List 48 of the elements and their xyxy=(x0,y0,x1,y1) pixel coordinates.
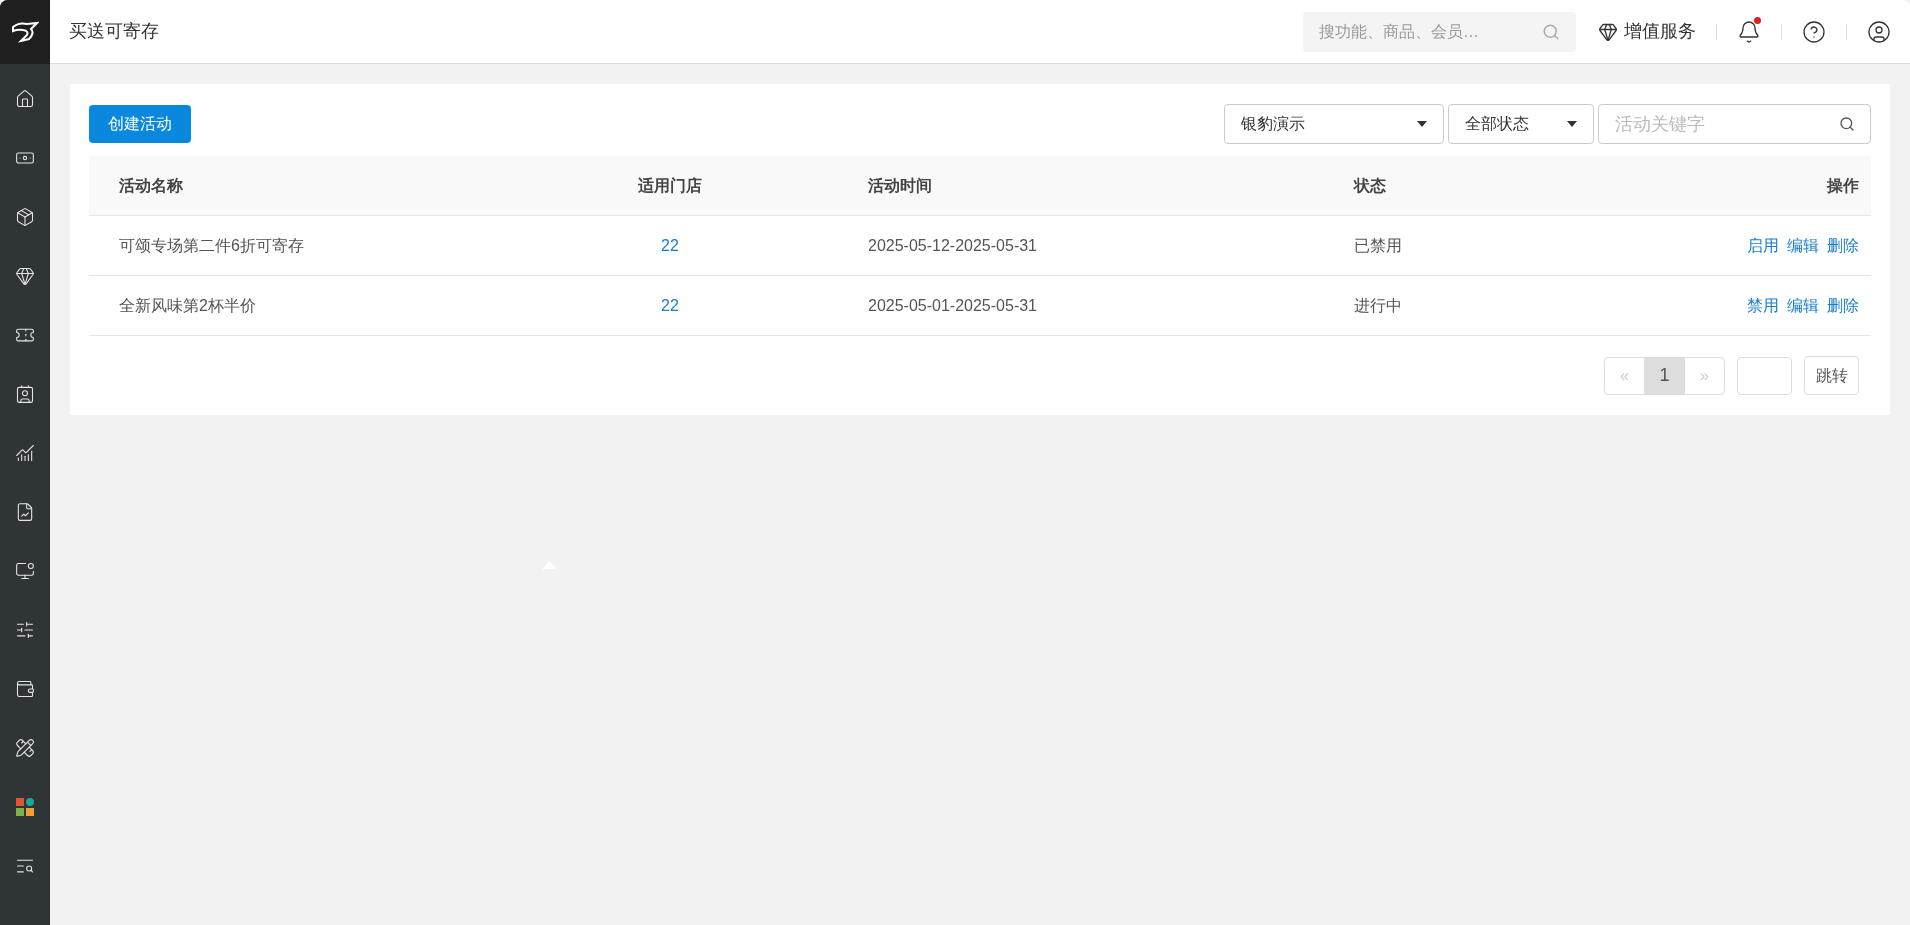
keyword-field[interactable]: 活动关键字 xyxy=(1598,104,1871,144)
jump-button[interactable]: 跳转 xyxy=(1804,356,1859,395)
pencil-ruler-icon[interactable] xyxy=(15,738,35,758)
apps-grid-icon[interactable] xyxy=(15,797,35,817)
action-link[interactable]: 删除 xyxy=(1827,293,1859,318)
action-link[interactable]: 启用 xyxy=(1747,233,1779,258)
contact-card-icon[interactable] xyxy=(15,384,35,404)
user-icon[interactable] xyxy=(1867,19,1891,44)
create-activity-button[interactable]: 创建活动 xyxy=(89,105,191,143)
value-added-service-button[interactable]: 增值服务 xyxy=(1598,18,1696,45)
report-icon[interactable] xyxy=(15,502,35,522)
activity-name: 可颂专场第二件6折可寄存 xyxy=(119,236,304,254)
sliders-icon[interactable] xyxy=(15,620,35,640)
logo-icon[interactable] xyxy=(0,0,50,64)
column-header: 状态 xyxy=(1354,176,1386,194)
page-button[interactable]: 1 xyxy=(1644,357,1685,394)
caret-icon xyxy=(1567,121,1577,127)
gem-icon xyxy=(1598,21,1618,42)
monitor-icon[interactable] xyxy=(15,561,35,581)
action-link[interactable]: 编辑 xyxy=(1787,233,1819,258)
search-icon[interactable] xyxy=(1839,116,1855,132)
notification-bell-icon[interactable] xyxy=(1737,19,1761,44)
page-number-field[interactable] xyxy=(1737,356,1792,395)
caret-icon xyxy=(1417,121,1427,127)
status-select[interactable]: 全部状态 xyxy=(1448,104,1594,144)
store-count-link[interactable]: 22 xyxy=(661,296,679,314)
column-header: 活动时间 xyxy=(868,176,932,194)
home-icon[interactable] xyxy=(15,89,35,109)
column-header: 适用门店 xyxy=(638,176,702,194)
wallet-icon[interactable] xyxy=(15,679,35,699)
store-count-link[interactable]: 22 xyxy=(661,236,679,254)
help-icon[interactable] xyxy=(1802,19,1826,44)
action-link[interactable]: 禁用 xyxy=(1747,293,1779,318)
activity-time: 2025-05-12-2025-05-31 xyxy=(868,236,1037,254)
activity-status: 进行中 xyxy=(1354,296,1402,314)
chart-icon[interactable] xyxy=(15,443,35,463)
activity-time: 2025-05-01-2025-05-31 xyxy=(868,296,1037,314)
store-select[interactable]: 银豹演示 xyxy=(1224,104,1444,144)
package-icon[interactable] xyxy=(15,207,35,227)
action-link[interactable]: 删除 xyxy=(1827,233,1859,258)
gem-icon[interactable] xyxy=(15,266,35,286)
column-header: 操作 xyxy=(1827,176,1859,194)
column-header: 活动名称 xyxy=(119,176,183,194)
search-field[interactable]: 搜功能、商品、会员… xyxy=(1303,11,1576,52)
activity-name: 全新风味第2杯半价 xyxy=(119,296,256,314)
activity-status: 已禁用 xyxy=(1354,236,1402,254)
action-link[interactable]: 编辑 xyxy=(1787,293,1819,318)
page-title: 买送可寄存 xyxy=(69,20,159,43)
